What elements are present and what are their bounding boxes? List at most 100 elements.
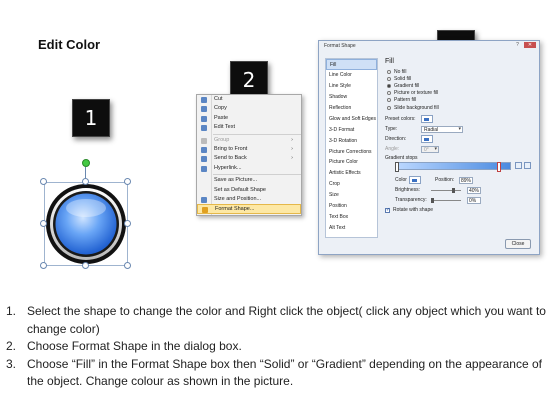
radio-icon <box>387 69 391 74</box>
add-stop-icon[interactable] <box>515 162 522 170</box>
menu-item-hyperlink[interactable]: Hyperlink... <box>197 164 301 173</box>
gradient-stop-tools <box>515 162 531 170</box>
gradient-stop-handle-selected[interactable] <box>497 162 501 173</box>
radio-picture-fill[interactable]: Picture or texture fill <box>385 90 537 97</box>
brightness-row: Brightness: 40% <box>385 185 537 195</box>
resize-handle-n[interactable] <box>82 178 89 185</box>
sidebar-item-shadow[interactable]: Shadow <box>326 92 377 103</box>
angle-label: Angle: <box>385 146 400 153</box>
angle-row: Angle: 0° <box>385 144 537 154</box>
resize-handle-sw[interactable] <box>40 262 47 269</box>
rotate-with-shape-checkbox[interactable] <box>385 207 390 213</box>
position-input[interactable]: 89% <box>459 176 473 184</box>
brightness-slider[interactable] <box>431 187 461 193</box>
gradient-stops-row <box>385 162 537 173</box>
transparency-slider[interactable] <box>431 197 461 203</box>
window-buttons: ? ✕ <box>513 42 536 48</box>
direction-row: Direction: <box>385 134 537 144</box>
hyperlink-icon <box>201 165 207 172</box>
sidebar-item-crop[interactable]: Crop <box>326 179 377 190</box>
menu-item-bring-to-front[interactable]: Bring to Front › <box>197 145 301 154</box>
submenu-arrow-icon: › <box>291 136 293 143</box>
type-row: Type: Radial <box>385 124 537 134</box>
resize-handle-e[interactable] <box>124 220 131 227</box>
sidebar-item-alt-text[interactable]: Alt Text <box>326 223 377 234</box>
radio-no-fill[interactable]: No fill <box>385 68 537 75</box>
group-icon <box>201 137 207 144</box>
sidebar-item-line-style[interactable]: Line Style <box>326 81 377 92</box>
menu-item-edit-text[interactable]: Edit Text <box>197 123 301 132</box>
resize-handle-w[interactable] <box>40 220 47 227</box>
dialog-sidebar: Fill Line Color Line Style Shadow Reflec… <box>325 58 378 238</box>
submenu-arrow-icon: › <box>291 145 293 152</box>
transparency-input[interactable]: 0% <box>467 196 481 204</box>
resize-handle-nw[interactable] <box>40 178 47 185</box>
bring-front-icon <box>201 146 207 153</box>
menu-item-paste[interactable]: Paste <box>197 114 301 123</box>
radio-icon <box>387 76 391 81</box>
resize-handle-s[interactable] <box>82 262 89 269</box>
radio-icon <box>387 91 391 96</box>
menu-item-set-default-shape[interactable]: Set as Default Shape <box>197 186 301 195</box>
resize-handle-se[interactable] <box>124 262 131 269</box>
fill-panel: Fill No fill Solid fill Gradient fill Pi… <box>385 58 537 238</box>
remove-stop-icon[interactable] <box>524 162 531 170</box>
sidebar-item-reflection[interactable]: Reflection <box>326 103 377 114</box>
sidebar-item-line-color[interactable]: Line Color <box>326 70 377 81</box>
menu-item-size-position[interactable]: Size and Position... <box>197 195 301 204</box>
sidebar-item-picture-corrections[interactable]: Picture Corrections <box>326 147 377 158</box>
menu-separator <box>213 133 301 135</box>
step-1-badge: 1 <box>72 99 110 137</box>
rotation-handle[interactable] <box>82 159 90 167</box>
direction-label: Direction: <box>385 136 407 143</box>
sidebar-item-fill[interactable]: Fill <box>326 59 377 70</box>
panel-heading: Fill <box>385 58 394 65</box>
menu-separator <box>213 174 301 176</box>
direction-button[interactable] <box>421 135 433 144</box>
menu-item-copy[interactable]: Copy <box>197 104 301 113</box>
sidebar-item-picture-color[interactable]: Picture Color <box>326 157 377 168</box>
paste-icon <box>201 115 207 122</box>
resize-handle-ne[interactable] <box>124 178 131 185</box>
format-shape-dialog: Format Shape ? ✕ Fill Line Color Line St… <box>318 40 540 255</box>
type-dropdown[interactable]: Radial <box>421 125 463 133</box>
radio-icon <box>387 83 391 88</box>
rotate-with-shape-row[interactable]: Rotate with shape <box>385 205 537 215</box>
sidebar-item-3d-format[interactable]: 3-D Format <box>326 125 377 136</box>
sidebar-item-3d-rotation[interactable]: 3-D Rotation <box>326 136 377 147</box>
radio-slide-background-fill[interactable]: Slide background fill <box>385 104 537 111</box>
radio-gradient-fill[interactable]: Gradient fill <box>385 82 537 89</box>
menu-item-send-to-back[interactable]: Send to Back › <box>197 154 301 163</box>
close-button[interactable]: Close <box>505 239 531 249</box>
gradient-stop-handle[interactable] <box>395 162 399 173</box>
sidebar-item-glow[interactable]: Glow and Soft Edges <box>326 114 377 125</box>
radio-icon <box>387 98 391 103</box>
sidebar-item-position[interactable]: Position <box>326 201 377 212</box>
slider-knob[interactable] <box>431 197 434 203</box>
close-icon[interactable]: ✕ <box>524 42 536 48</box>
preset-colors-button[interactable] <box>421 115 433 124</box>
help-icon[interactable]: ? <box>513 42 522 48</box>
instruction-item: 2. Choose Format Shape in the dialog box. <box>6 339 242 354</box>
radio-solid-fill[interactable]: Solid fill <box>385 75 537 82</box>
color-picker-button[interactable] <box>409 176 421 185</box>
brightness-input[interactable]: 40% <box>467 186 481 194</box>
send-back-icon <box>201 156 207 163</box>
type-label: Type: <box>385 126 398 133</box>
size-icon <box>201 196 207 203</box>
selected-circle-shape[interactable] <box>40 159 131 269</box>
edit-text-icon <box>201 125 207 132</box>
slider-knob[interactable] <box>452 187 455 193</box>
sidebar-item-size[interactable]: Size <box>326 190 377 201</box>
sidebar-item-artistic-effects[interactable]: Artistic Effects <box>326 168 377 179</box>
menu-item-cut[interactable]: Cut <box>197 95 301 104</box>
gradient-stops-bar[interactable] <box>395 162 511 173</box>
radio-pattern-fill[interactable]: Pattern fill <box>385 97 537 104</box>
dialog-title: Format Shape <box>324 43 356 49</box>
menu-item-format-shape[interactable]: Format Shape... <box>197 204 301 214</box>
blue-circle-button[interactable] <box>44 182 128 266</box>
menu-item-save-as-picture[interactable]: Save as Picture... <box>197 176 301 185</box>
sidebar-item-text-box[interactable]: Text Box <box>326 212 377 223</box>
menu-item-group: Group › <box>197 136 301 145</box>
transparency-label: Transparency: <box>395 197 427 204</box>
